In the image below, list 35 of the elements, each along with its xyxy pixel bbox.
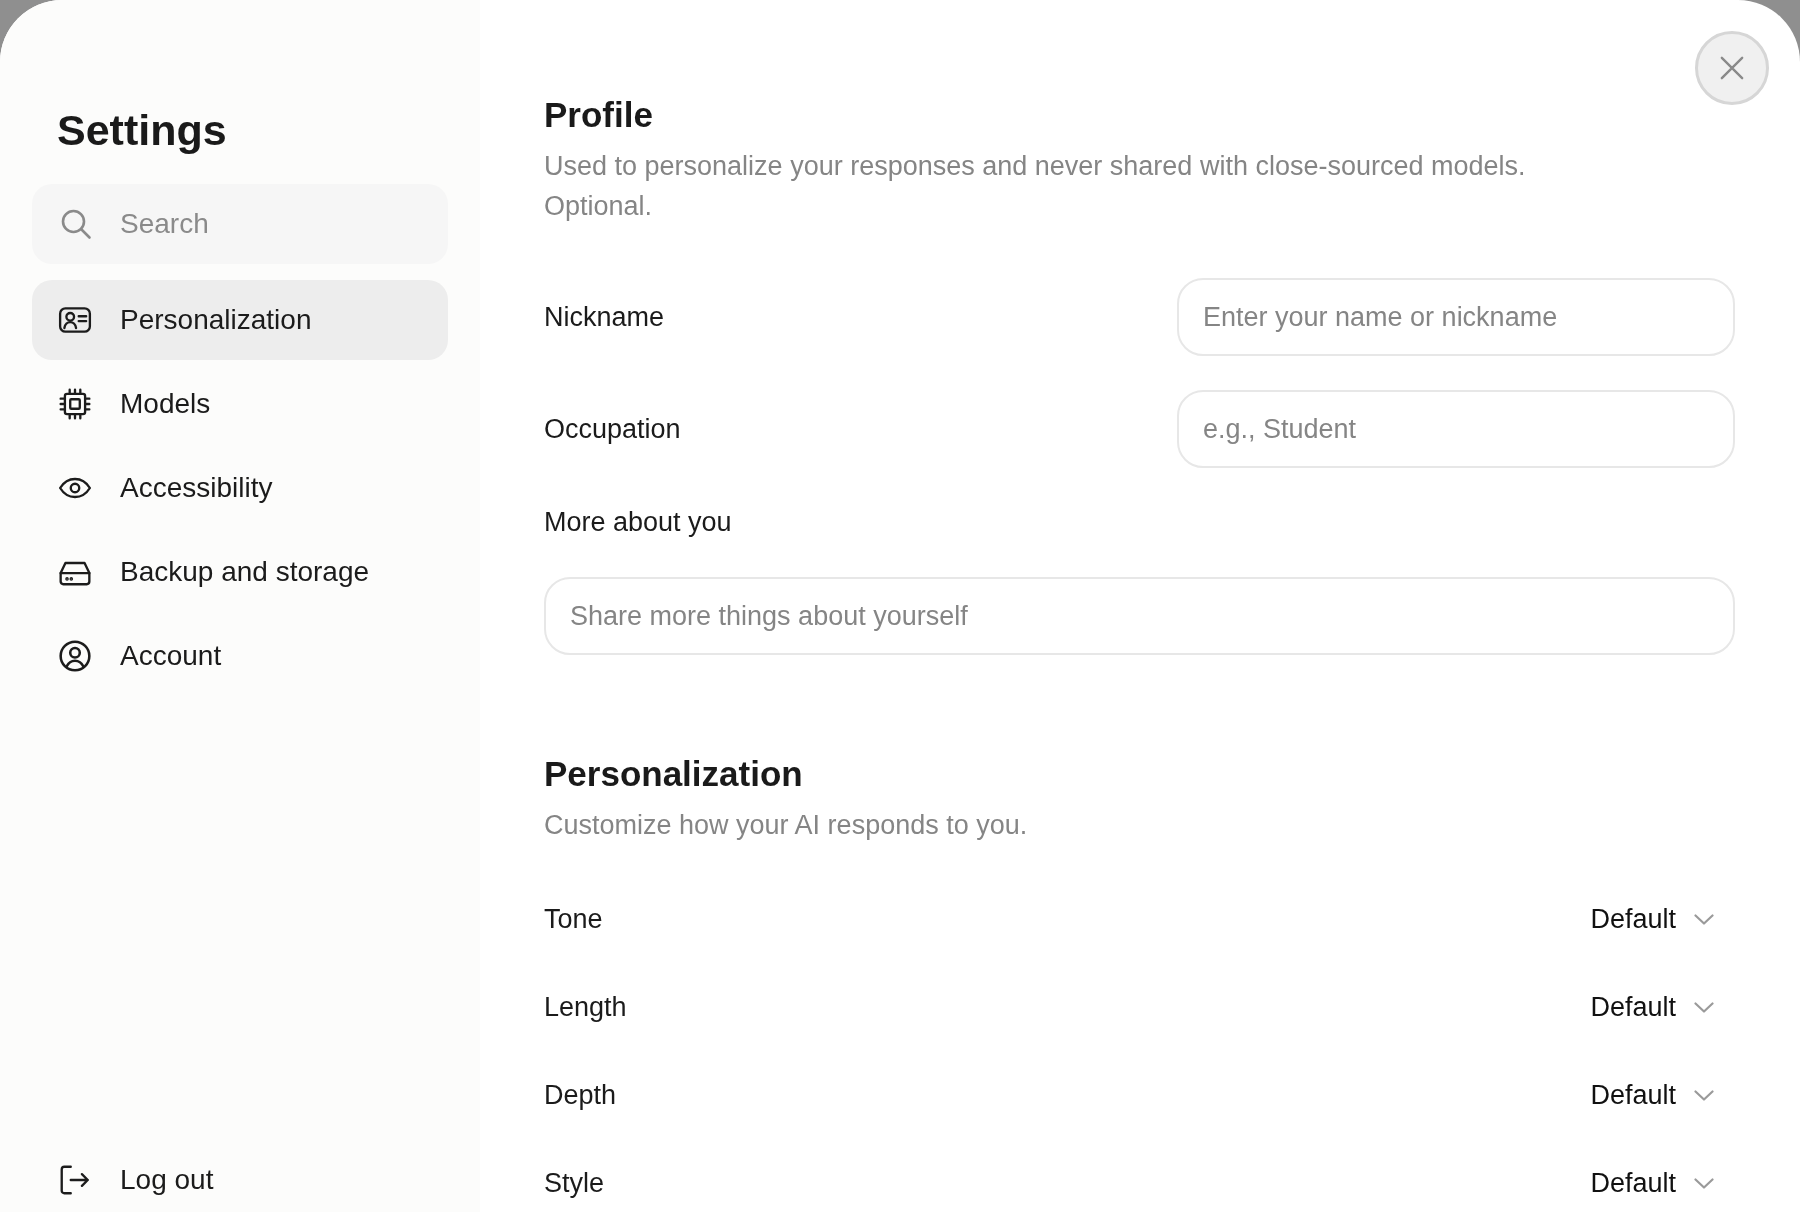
search-icon bbox=[60, 208, 92, 240]
dropdown-button[interactable]: Default bbox=[1578, 983, 1735, 1031]
sidebar-item[interactable]: Account bbox=[32, 616, 448, 696]
logout-item[interactable]: Log out bbox=[32, 1152, 448, 1208]
chevron-down-icon bbox=[1694, 1089, 1714, 1101]
close-icon bbox=[1720, 56, 1744, 80]
sidebar-item[interactable]: Personalization bbox=[32, 280, 448, 360]
section-description: Used to personalize your responses and never shared with close-sourced models. Optional. bbox=[544, 150, 1527, 223]
chevron-down-icon bbox=[1694, 1177, 1714, 1189]
dropdown-button[interactable]: Default bbox=[1578, 1159, 1735, 1207]
option-label: Tone bbox=[544, 903, 603, 936]
option-label: Length bbox=[544, 991, 627, 1024]
dropdown-button[interactable]: Default bbox=[1578, 895, 1735, 943]
text-field[interactable]: e.g., Student bbox=[1177, 390, 1735, 468]
option-label: Style bbox=[544, 1167, 605, 1200]
section-title: Personalization bbox=[544, 753, 804, 795]
chevron-down-icon bbox=[1694, 1001, 1714, 1013]
logout-icon bbox=[58, 1163, 92, 1197]
dropdown-button[interactable]: Default bbox=[1578, 1071, 1735, 1119]
text-field[interactable]: Share more things about yourself bbox=[544, 577, 1735, 655]
option-label: Depth bbox=[544, 1079, 617, 1112]
field-label: More about you bbox=[544, 506, 733, 539]
text-field[interactable]: Enter your name or nickname bbox=[1177, 278, 1735, 356]
settings-title: Settings bbox=[57, 105, 228, 156]
sidebar-item[interactable]: Models bbox=[32, 364, 448, 444]
sidebar-item[interactable]: Backup and storage bbox=[32, 532, 448, 612]
field-label: Occupation bbox=[544, 413, 681, 446]
chevron-down-icon bbox=[1694, 913, 1714, 925]
search-field[interactable]: Search bbox=[32, 184, 448, 264]
chip-icon bbox=[58, 387, 92, 421]
user-circle-icon bbox=[58, 639, 92, 673]
section-description: Customize how your AI responds to you. bbox=[544, 809, 1029, 842]
field-label: Nickname bbox=[544, 301, 665, 334]
section-title: Profile bbox=[544, 94, 654, 136]
sidebar-item[interactable]: Accessibility bbox=[32, 448, 448, 528]
